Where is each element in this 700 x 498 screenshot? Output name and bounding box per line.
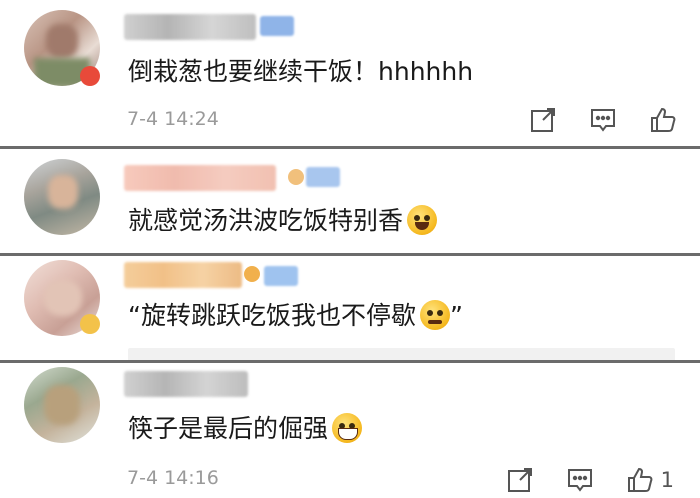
- comment-time: 7-4 14:24: [127, 108, 219, 130]
- comment-text: 就感觉汤洪波吃饭特别香: [128, 205, 438, 237]
- medal-icon: [288, 169, 304, 185]
- comment-text-content: 就感觉汤洪波吃饭特别香: [128, 206, 404, 235]
- comment-item-3: “旋转跳跃吃饭我也不停歇 ”: [0, 256, 700, 362]
- comment-item-4: 筷子是最后的倔强 7-4 14:16 1: [0, 363, 700, 498]
- comment-text: 筷子是最后的倔强: [128, 413, 363, 445]
- vip-tag: [306, 167, 340, 187]
- comment-text-suffix: ”: [449, 301, 463, 330]
- username[interactable]: [124, 262, 242, 288]
- medal-icon: [244, 266, 260, 282]
- comment-text: 倒栽葱也要继续干饭！hhhhhh: [128, 57, 474, 86]
- verified-badge-icon: [80, 66, 100, 86]
- comment-text: “旋转跳跃吃饭我也不停歇 ”: [128, 300, 463, 332]
- thumbs-up-icon[interactable]: [625, 465, 655, 495]
- comment-icon[interactable]: [565, 465, 595, 495]
- comment-item-1: 倒栽葱也要继续干饭！hhhhhh 7-4 14:24: [0, 0, 700, 146]
- username[interactable]: [124, 14, 256, 40]
- comment-text-content: 筷子是最后的倔强: [128, 414, 329, 443]
- avatar[interactable]: [24, 159, 100, 235]
- vip-tag: [264, 266, 298, 286]
- comment-icon[interactable]: [588, 105, 618, 135]
- comment-time: 7-4 14:16: [127, 467, 219, 489]
- comment-actions: 1: [475, 463, 674, 497]
- thinking-emoji-icon: [419, 300, 450, 330]
- username[interactable]: [124, 371, 248, 397]
- comment-item-2: 就感觉汤洪波吃饭特别香: [0, 149, 700, 253]
- thumbs-up-icon[interactable]: [648, 105, 678, 135]
- share-icon[interactable]: [505, 465, 535, 495]
- grin-emoji-icon: [332, 413, 363, 443]
- username[interactable]: [124, 165, 276, 191]
- laugh-cry-emoji-icon: [407, 205, 438, 235]
- medal-badge-icon: [80, 314, 100, 334]
- avatar[interactable]: [24, 367, 100, 443]
- comment-text-content: “旋转跳跃吃饭我也不停歇: [128, 301, 416, 330]
- like-count: 1: [660, 468, 674, 492]
- comment-actions: [498, 103, 678, 137]
- share-icon[interactable]: [528, 105, 558, 135]
- vip-tag: [260, 16, 294, 36]
